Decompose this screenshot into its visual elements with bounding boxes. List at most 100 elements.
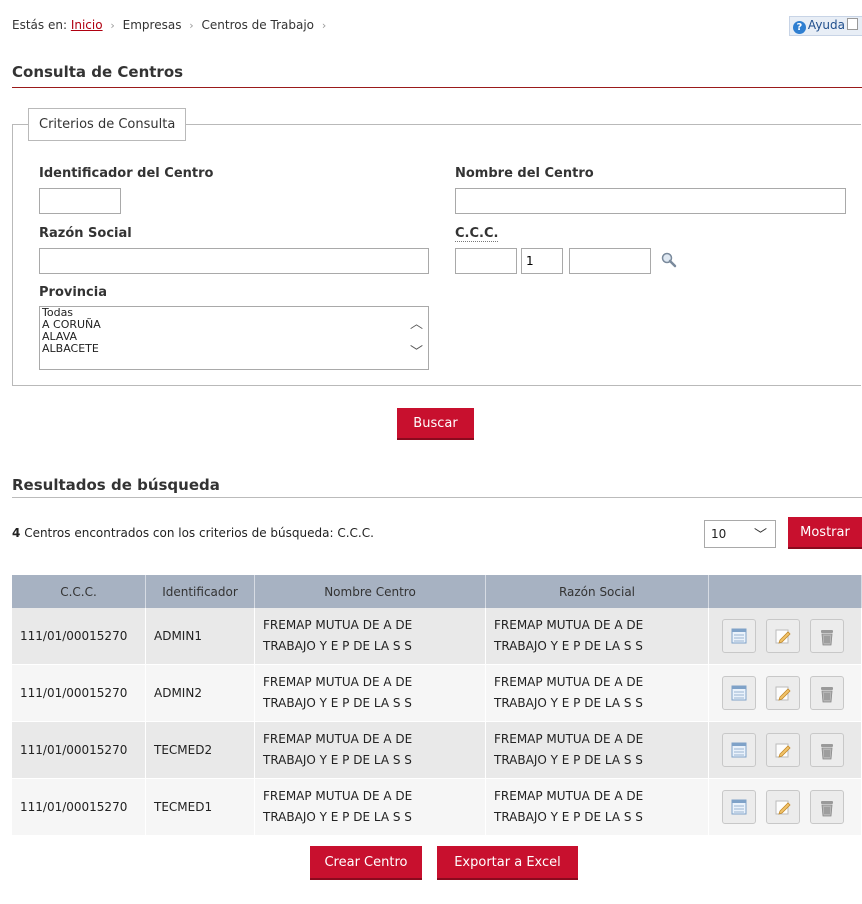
ccc-part1-input[interactable] [455,248,517,274]
table-row: 111/01/00015270 TECMED2 FREMAP MUTUA DE A … [12,721,862,779]
results-summary-text: Centros encontrados con los criterios de… [24,526,374,540]
cell-nombre: FREMAP MUTUA DE A DE TRABAJO Y E P DE LA … [254,664,486,722]
province-option[interactable]: ALBACETE [40,343,428,355]
page-size-select[interactable]: 10 ﹀ [704,520,776,548]
edit-button[interactable] [766,790,800,824]
cell-identificador: TECMED1 [145,778,255,836]
cell-razon-line2: TRABAJO Y E P DE LA S S [494,810,643,824]
page-title: Consulta de Centros [12,63,184,81]
razon-social-input[interactable] [39,248,429,274]
search-button[interactable]: Buscar [397,408,474,440]
delete-button[interactable] [810,733,844,767]
cell-nombre-line1: FREMAP MUTUA DE A DE [263,675,413,689]
center-id-label: Identificador del Centro [39,166,214,181]
ccc-search-icon[interactable] [658,250,680,270]
cell-ccc: 111/01/00015270 [12,608,146,665]
cell-razon-line1: FREMAP MUTUA DE A DE [494,732,644,746]
table-row: 111/01/00015270 ADMIN1 FREMAP MUTUA DE A D… [12,608,862,665]
view-button[interactable] [722,733,756,767]
center-name-input[interactable] [455,188,846,214]
cell-identificador: ADMIN1 [145,608,255,665]
scroll-up-icon[interactable]: ︿ [410,313,423,332]
edit-button[interactable] [766,676,800,710]
cell-nombre-line1: FREMAP MUTUA DE A DE [263,789,413,803]
view-button[interactable] [722,790,756,824]
cell-nombre-line2: TRABAJO Y E P DE LA S S [263,753,412,767]
results-table: C.C.C. Identificador Nombre Centro Razón… [12,575,862,836]
edit-button[interactable] [766,619,800,653]
cell-actions [708,664,862,722]
breadcrumb-home-link[interactable]: Inicio [71,18,103,32]
table-row: 111/01/00015270 TECMED1 FREMAP MUTUA DE A … [12,778,862,836]
breadcrumb-separator-icon: › [189,19,194,32]
cell-razon-line2: TRABAJO Y E P DE LA S S [494,696,643,710]
create-center-button[interactable]: Crear Centro [310,846,422,880]
column-header-identificador[interactable]: Identificador [145,575,255,608]
cell-ccc: 111/01/00015270 [12,664,146,722]
results-divider [12,497,862,498]
cell-razon: FREMAP MUTUA DE A DE TRABAJO Y E P DE LA … [485,778,709,836]
breadcrumb-separator-icon: › [321,19,327,32]
province-option[interactable]: A CORUÑA [40,319,428,331]
cell-razon: FREMAP MUTUA DE A DE TRABAJO Y E P DE LA … [485,608,709,665]
delete-button[interactable] [810,676,844,710]
help-icon: ? [792,21,806,34]
breadcrumb: Estás en: Inicio › Empresas › Centros de… [12,18,330,32]
cell-razon-line1: FREMAP MUTUA DE A DE [494,675,644,689]
breadcrumb-prefix: Estás en: [12,18,67,32]
print-icon[interactable] [847,18,858,30]
cell-nombre-line2: TRABAJO Y E P DE LA S S [263,696,412,710]
title-divider [12,87,862,88]
province-listbox[interactable]: Todas A CORUÑA ALAVA ALBACETE ︿ ﹀ [39,306,429,370]
breadcrumb-separator-icon: › [110,19,115,32]
scroll-down-icon[interactable]: ﹀ [410,341,423,360]
cell-ccc: 111/01/00015270 [12,778,146,836]
results-summary: 4 Centros encontrados con los criterios … [12,526,374,540]
cell-nombre-line1: FREMAP MUTUA DE A DE [263,732,413,746]
page-size-value: 10 [711,527,727,541]
breadcrumb-item-empresas[interactable]: Empresas [123,18,182,32]
cell-ccc: 111/01/00015270 [12,721,146,779]
column-header-nombre[interactable]: Nombre Centro [254,575,486,608]
breadcrumb-item-centros[interactable]: Centros de Trabajo [202,18,314,32]
cell-razon: FREMAP MUTUA DE A DE TRABAJO Y E P DE LA … [485,721,709,779]
chevron-down-icon: ﹀ [753,528,767,543]
ccc-part2-input[interactable] [521,248,563,274]
delete-button[interactable] [810,790,844,824]
cell-razon-line1: FREMAP MUTUA DE A DE [494,789,644,803]
province-label: Provincia [39,285,107,300]
province-scrollbar[interactable]: ︿ ﹀ [406,307,426,369]
cell-razon: FREMAP MUTUA DE A DE TRABAJO Y E P DE LA … [485,664,709,722]
cell-nombre-line2: TRABAJO Y E P DE LA S S [263,639,412,653]
ccc-part3-input[interactable] [569,248,651,274]
criteria-legend: Criterios de Consulta [28,108,187,141]
edit-button[interactable] [766,733,800,767]
results-count: 4 [12,526,21,540]
cell-nombre: FREMAP MUTUA DE A DE TRABAJO Y E P DE LA … [254,608,486,665]
cell-actions [708,721,862,779]
cell-identificador: TECMED2 [145,721,255,779]
cell-razon-line2: TRABAJO Y E P DE LA S S [494,639,643,653]
show-button[interactable]: Mostrar [788,517,862,549]
cell-actions [708,608,862,665]
cell-identificador: ADMIN2 [145,664,255,722]
cell-nombre: FREMAP MUTUA DE A DE TRABAJO Y E P DE LA … [254,778,486,836]
table-row: 111/01/00015270 ADMIN2 FREMAP MUTUA DE A D… [12,664,862,722]
cell-actions [708,778,862,836]
view-button[interactable] [722,619,756,653]
table-header-row: C.C.C. Identificador Nombre Centro Razón… [12,575,862,608]
delete-button[interactable] [810,619,844,653]
cell-razon-line1: FREMAP MUTUA DE A DE [494,618,644,632]
ccc-label: C.C.C. [455,226,499,242]
center-name-label: Nombre del Centro [455,166,594,181]
center-id-input[interactable] [39,188,121,214]
results-body: 111/01/00015270 ADMIN1 FREMAP MUTUA DE A D… [12,608,862,836]
column-header-ccc[interactable]: C.C.C. [12,575,146,608]
view-button[interactable] [722,676,756,710]
export-excel-button[interactable]: Exportar a Excel [437,846,578,880]
help-button[interactable]: ? Ayuda [788,16,862,36]
help-label: Ayuda [807,18,845,32]
cell-razon-line2: TRABAJO Y E P DE LA S S [494,753,643,767]
column-header-razon[interactable]: Razón Social [485,575,709,608]
cell-nombre-line1: FREMAP MUTUA DE A DE [263,618,413,632]
